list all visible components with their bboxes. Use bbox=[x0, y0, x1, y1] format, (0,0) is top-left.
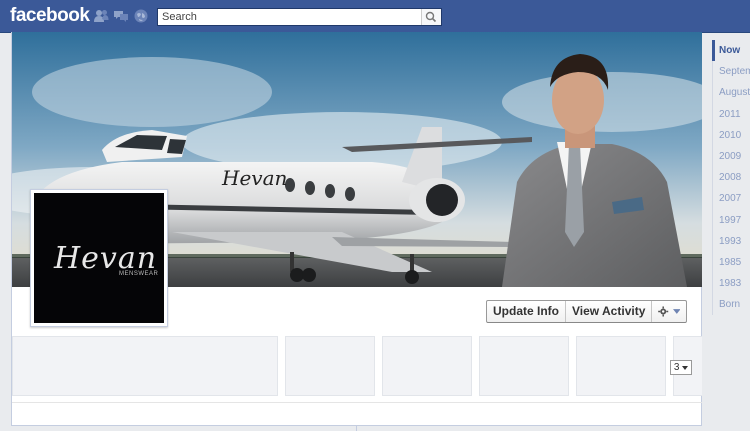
timeline-item-born[interactable]: Born bbox=[712, 294, 750, 316]
notifications-icon[interactable] bbox=[133, 9, 149, 23]
update-info-button[interactable]: Update Info bbox=[487, 301, 566, 322]
more-apps-count: 3 bbox=[673, 362, 680, 373]
timeline-item-1997[interactable]: 1997 bbox=[712, 209, 750, 231]
timeline-item-1983[interactable]: 1983 bbox=[712, 273, 750, 295]
view-activity-button[interactable]: View Activity bbox=[566, 301, 653, 322]
profile-actions: Update Info View Activity bbox=[486, 300, 688, 323]
app-tile[interactable] bbox=[12, 336, 278, 396]
timeline-item-2007[interactable]: 2007 bbox=[712, 188, 750, 210]
timeline-nav: Now September August 2011 2010 2009 2008… bbox=[709, 40, 750, 316]
friend-requests-icon[interactable] bbox=[93, 9, 109, 23]
brand-tagline: MENSWEAR bbox=[119, 271, 159, 277]
timeline-item-now[interactable]: Now bbox=[712, 40, 750, 62]
timeline-item-2008[interactable]: 2008 bbox=[712, 167, 750, 189]
settings-menu-button[interactable] bbox=[652, 301, 686, 322]
facebook-logo[interactable]: facebook bbox=[10, 5, 90, 27]
app-tiles bbox=[12, 336, 702, 396]
app-tile[interactable] bbox=[382, 336, 472, 396]
timeline-item-2011[interactable]: 2011 bbox=[712, 103, 750, 125]
brand-logo: Hevan MENSWEAR bbox=[34, 193, 164, 323]
app-tile[interactable] bbox=[479, 336, 569, 396]
messages-icon[interactable] bbox=[113, 9, 129, 23]
timeline-item-1993[interactable]: 1993 bbox=[712, 230, 750, 252]
top-bar: facebook bbox=[0, 0, 750, 33]
timeline-item-2010[interactable]: 2010 bbox=[712, 124, 750, 146]
timeline-spine bbox=[356, 425, 357, 431]
search-icon bbox=[425, 11, 437, 23]
chevron-down-icon bbox=[672, 309, 681, 314]
svg-text:Hevan: Hevan bbox=[221, 166, 287, 190]
divider bbox=[12, 402, 702, 403]
timeline-item-september[interactable]: September bbox=[712, 61, 750, 83]
gear-icon bbox=[658, 306, 669, 317]
app-tile[interactable] bbox=[285, 336, 375, 396]
chevron-down-icon bbox=[682, 366, 689, 370]
profile-picture[interactable]: Hevan MENSWEAR bbox=[30, 189, 168, 327]
timeline-item-august[interactable]: August bbox=[712, 82, 750, 104]
search-input[interactable] bbox=[158, 9, 424, 25]
search-button[interactable] bbox=[421, 9, 441, 25]
app-tile[interactable] bbox=[576, 336, 666, 396]
search-box bbox=[157, 8, 442, 26]
timeline-item-2009[interactable]: 2009 bbox=[712, 145, 750, 168]
timeline-item-1985[interactable]: 1985 bbox=[712, 251, 750, 274]
timeline-main: Hevan Hevan MENSWEAR Update Info View Ac… bbox=[11, 32, 702, 426]
more-apps-button[interactable]: 3 bbox=[670, 360, 692, 375]
